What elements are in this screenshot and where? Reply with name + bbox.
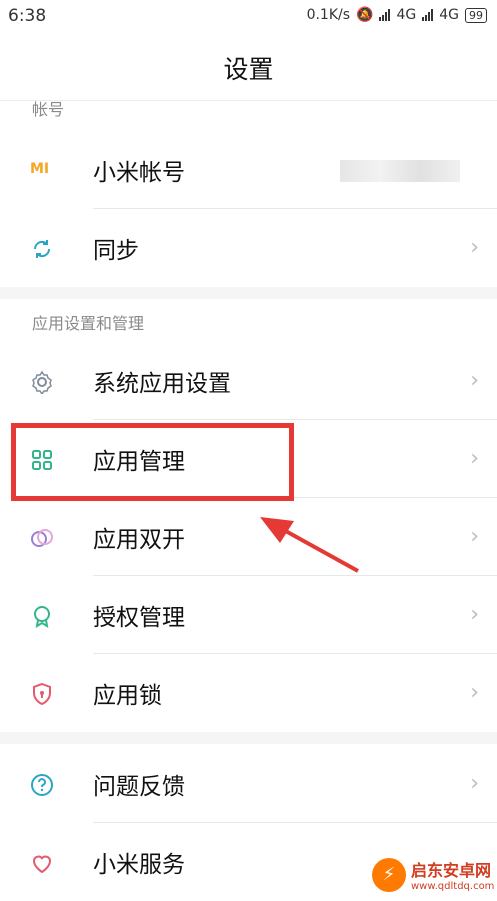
status-bar: 6:38 0.1K/s 🔕 4G 4G 99 bbox=[0, 0, 497, 34]
settings-item-system-apps[interactable]: 系统应用设置 › bbox=[0, 342, 497, 420]
chevron-right-icon: › bbox=[470, 602, 479, 627]
network-type-2: 4G bbox=[439, 7, 459, 23]
status-icons: 0.1K/s 🔕 4G 4G 99 bbox=[307, 7, 487, 23]
watermark: ⚡ 启东安卓网 www.qdltdq.com bbox=[372, 857, 494, 892]
chevron-right-icon: › bbox=[470, 524, 479, 549]
signal-icon-2 bbox=[422, 9, 434, 21]
settings-item-label: 同步 bbox=[93, 238, 139, 264]
chevron-right-icon: › bbox=[470, 235, 479, 260]
battery-icon: 99 bbox=[465, 7, 487, 23]
status-time: 6:38 bbox=[8, 6, 47, 26]
network-type-1: 4G bbox=[396, 7, 417, 23]
section-gap bbox=[0, 287, 497, 299]
watermark-url: www.qdltdq.com bbox=[411, 881, 495, 892]
settings-item-label: 应用锁 bbox=[93, 683, 162, 709]
badge-icon bbox=[30, 604, 54, 628]
settings-item-label: 授权管理 bbox=[93, 605, 185, 631]
chevron-right-icon: › bbox=[470, 368, 479, 393]
watermark-name: 启东安卓网 bbox=[411, 861, 492, 880]
settings-item-label: 问题反馈 bbox=[93, 774, 185, 800]
section-gap bbox=[0, 732, 497, 744]
dual-circle-icon bbox=[30, 526, 54, 550]
page-title: 设置 bbox=[223, 55, 274, 84]
divider bbox=[0, 100, 497, 101]
net-speed: 0.1K/s bbox=[306, 7, 351, 23]
settings-item-dual-apps[interactable]: 应用双开 › bbox=[0, 498, 497, 576]
settings-item-permissions[interactable]: 授权管理 › bbox=[0, 576, 497, 654]
mi-logo-icon: MI bbox=[30, 161, 50, 177]
page-header: 设置 bbox=[0, 40, 497, 100]
mute-icon: 🔕 bbox=[356, 7, 374, 23]
chevron-right-icon: › bbox=[470, 771, 479, 796]
settings-item-label: 系统应用设置 bbox=[93, 371, 231, 397]
settings-item-app-lock[interactable]: 应用锁 › bbox=[0, 654, 497, 732]
signal-icon bbox=[379, 9, 391, 21]
settings-item-label: 应用双开 bbox=[93, 527, 185, 553]
annotation-arrow-icon bbox=[260, 517, 359, 573]
settings-item-label: 小米帐号 bbox=[93, 160, 185, 186]
chevron-right-icon: › bbox=[470, 680, 479, 705]
shield-lock-icon bbox=[30, 682, 54, 706]
gear-icon bbox=[30, 370, 54, 396]
section-label-apps: 应用设置和管理 bbox=[32, 314, 145, 333]
heart-icon bbox=[30, 851, 54, 875]
chevron-right-icon: › bbox=[470, 446, 479, 471]
watermark-logo-icon: ⚡ bbox=[372, 857, 406, 892]
sync-icon bbox=[30, 237, 54, 261]
question-circle-icon bbox=[30, 773, 54, 797]
settings-item-sync[interactable]: 同步 › bbox=[0, 209, 497, 287]
settings-item-mi-account[interactable]: MI 小米帐号 bbox=[0, 131, 497, 209]
settings-item-feedback[interactable]: 问题反馈 › bbox=[0, 745, 497, 823]
settings-item-label: 小米服务 bbox=[93, 852, 185, 878]
highlight-box bbox=[11, 423, 294, 501]
account-id-blurred bbox=[340, 160, 460, 182]
